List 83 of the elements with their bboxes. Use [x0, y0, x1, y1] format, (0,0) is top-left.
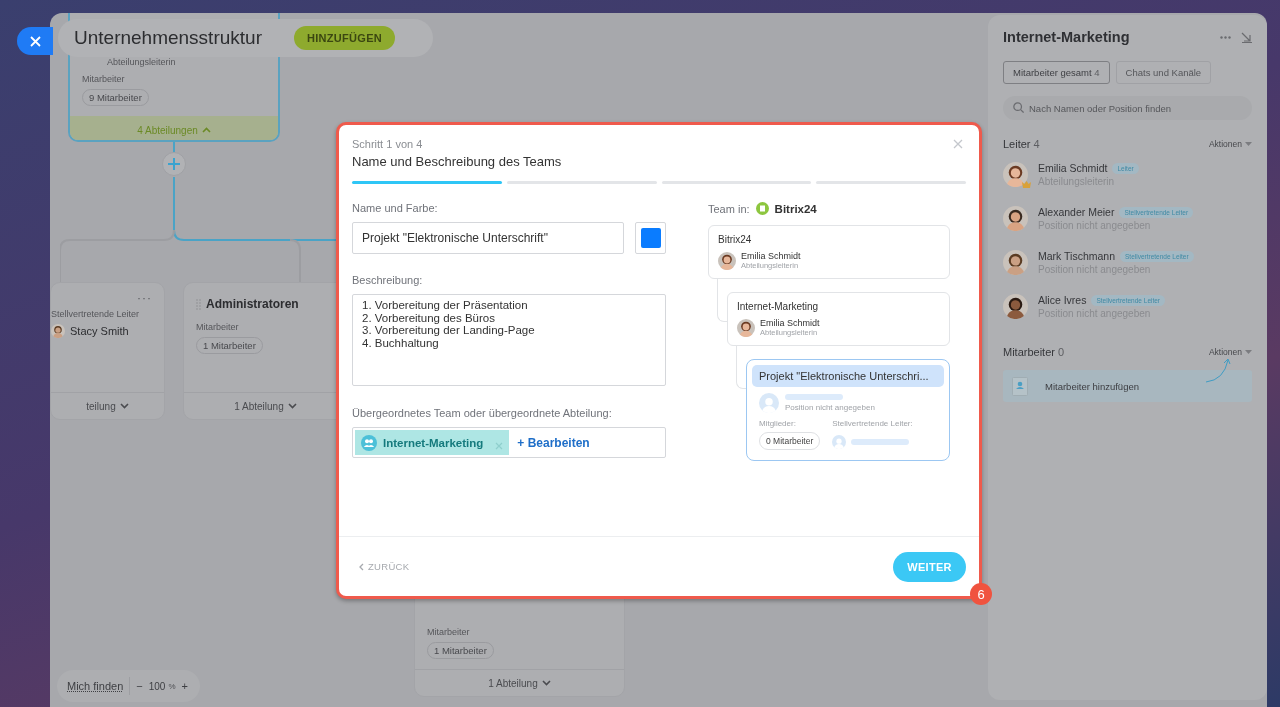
- field-label: Beschreibung:: [352, 274, 424, 286]
- avatar: [718, 251, 736, 270]
- tab[interactable]: Chats und Kanäle: [1115, 61, 1212, 84]
- person-name: Emilia Schmidt: [1038, 162, 1108, 174]
- group-icon: [361, 434, 377, 451]
- close-button[interactable]: [17, 27, 53, 55]
- person-name: Stacy Smith: [70, 325, 129, 337]
- field-label: Mitarbeiter: [196, 322, 240, 332]
- search-field[interactable]: Nach Namen oder Position finden: [1003, 96, 1252, 120]
- zoom-out-button[interactable]: −: [136, 680, 143, 692]
- plus-icon: [168, 158, 180, 170]
- field-label: Stellvertretende Leiter: [51, 309, 141, 319]
- company-icon: [755, 202, 769, 215]
- description-input[interactable]: 1. Vorbereitung der Präsentation 2. Vorbereitung des Büros 3. Vorbereitung der Landing-Page 4. Buchhaltung: [352, 294, 666, 386]
- skeleton-bar: [785, 393, 843, 400]
- color-picker[interactable]: [635, 222, 666, 254]
- chevron-left-icon: [359, 562, 364, 571]
- add-employee-button[interactable]: Mitarbeiter hinzufügen: [1003, 370, 1252, 402]
- department-title: Administratoren: [206, 297, 299, 311]
- panel-title: Internet-Marketing: [1003, 29, 1130, 45]
- company-name: Bitrix24: [774, 202, 817, 215]
- team-tag: Internet-Marketing: [355, 430, 510, 455]
- field-label: Mitarbeiter: [82, 74, 126, 84]
- tab[interactable]: Mitarbeiter gesamt 4: [1003, 61, 1110, 84]
- connector-line: [173, 142, 175, 153]
- search-icon: [1013, 102, 1024, 113]
- skeleton-bar: [851, 439, 910, 445]
- field-label: Stellvertretende Leiter:: [832, 419, 913, 428]
- team-name: Bitrix24: [718, 234, 753, 245]
- back-button[interactable]: ZURÜCK: [359, 561, 410, 572]
- actions-dropdown[interactable]: Aktionen: [1208, 347, 1252, 357]
- user-placeholder-icon: [759, 393, 779, 413]
- caret-icon: [1245, 350, 1252, 354]
- avatar: [1003, 294, 1028, 319]
- zoom-unit: %: [168, 681, 176, 691]
- caret-icon: [1245, 142, 1252, 146]
- zoom-in-button[interactable]: +: [181, 680, 188, 692]
- crown-icon: [1022, 181, 1031, 188]
- add-button[interactable]: HINZUFÜGEN: [293, 26, 396, 50]
- avatar: [51, 324, 65, 338]
- avatar: [737, 318, 755, 337]
- person-role: Abteilungsleiterin: [107, 57, 177, 67]
- step-indicator: Schritt 1 von 4: [352, 138, 423, 150]
- edit-link[interactable]: + Bearbeiten: [517, 435, 590, 450]
- section-title: Leiter 4: [1003, 138, 1040, 150]
- team-name: Projekt "Elektronische Unterschri...: [752, 365, 944, 387]
- subdepartments-toggle[interactable]: teilung: [86, 400, 116, 412]
- section-title: Mitarbeiter 0: [1003, 346, 1065, 358]
- person-name: Mark Tischmann: [1038, 250, 1116, 262]
- dialog-title: Name und Beschreibung des Teams: [352, 154, 563, 169]
- chevron-down-icon: [287, 403, 297, 409]
- page-title: Unternehmensstruktur: [74, 27, 262, 49]
- person-name: Emilia Schmidt: [741, 251, 801, 261]
- collapse-icon[interactable]: [1241, 31, 1252, 43]
- chevron-down-icon: [119, 403, 129, 409]
- person-name: Emilia Schmidt: [760, 318, 820, 328]
- find-me-link[interactable]: Mich finden: [67, 680, 124, 692]
- field-label: Übergeordnetes Team oder übergeordnete Abteilung:: [352, 407, 613, 419]
- close-icon: [29, 35, 41, 47]
- avatar: [1003, 162, 1028, 187]
- user-placeholder-icon: [832, 435, 847, 449]
- user-card-icon: [1012, 376, 1028, 396]
- dots-menu[interactable]: ···: [137, 291, 152, 305]
- field-label: Mitglieder:: [759, 419, 797, 428]
- person-name: Alice Ivres: [1038, 294, 1087, 306]
- subdepartments-toggle[interactable]: 1 Abteilung: [234, 400, 284, 412]
- team-name: Internet-Marketing: [737, 301, 820, 312]
- actions-dropdown[interactable]: Aktionen: [1208, 139, 1252, 149]
- position-text: Position nicht angegeben: [785, 402, 875, 413]
- chevron-down-icon: [541, 680, 551, 686]
- zoom-value: 100: [148, 680, 166, 692]
- subdepartments-toggle[interactable]: 1 Abteilung: [488, 677, 538, 689]
- person-name: Alexander Meier: [1038, 206, 1115, 218]
- avatar: [1003, 206, 1028, 231]
- chevron-up-icon: [201, 127, 211, 133]
- add-department-button[interactable]: [162, 152, 186, 176]
- parent-selector[interactable]: Internet-Marketing + Bearbeiten: [352, 427, 666, 458]
- avatar: [1003, 250, 1028, 275]
- field-label: Mitarbeiter: [427, 627, 471, 637]
- field-label: Team in:: [708, 202, 750, 215]
- more-icon[interactable]: [1220, 35, 1231, 39]
- field-label: Name und Farbe:: [352, 202, 439, 214]
- name-input[interactable]: Projekt "Elektronische Unterschrift": [352, 222, 624, 254]
